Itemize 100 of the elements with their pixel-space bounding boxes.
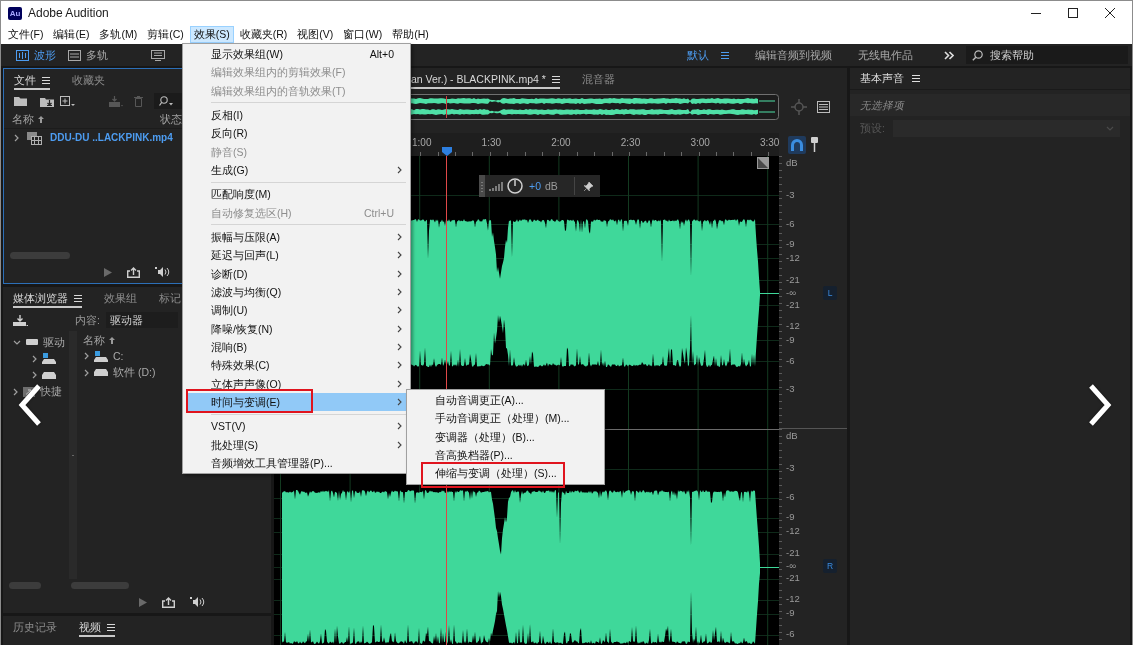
menu-item[interactable]: VST(V) xyxy=(186,417,406,436)
panel-tab[interactable]: 文件 xyxy=(14,70,50,90)
sort-arrow-icon xyxy=(38,116,44,123)
folder-icon[interactable] xyxy=(14,96,27,106)
view-button[interactable]: 波形 xyxy=(13,48,59,62)
db-scale-label: -12 xyxy=(786,593,800,605)
marker-pin-icon[interactable] xyxy=(811,137,818,152)
workspace-menu-icon[interactable] xyxy=(721,51,729,59)
new-file-icon[interactable] xyxy=(60,96,75,106)
chevron-left-icon[interactable] xyxy=(18,383,42,427)
monitor-icon[interactable] xyxy=(151,49,165,61)
export-icon[interactable] xyxy=(127,266,140,278)
menu-item[interactable]: 匹配响度(M) xyxy=(186,185,406,204)
workspace-tab[interactable]: 默认 xyxy=(684,48,732,62)
menu-bar-item[interactable]: 文件(F) xyxy=(4,26,48,43)
menu-item[interactable]: 振幅与压限(A) xyxy=(186,227,406,247)
panel-menu-icon[interactable] xyxy=(107,623,115,631)
menu-bar-item[interactable]: 视图(V) xyxy=(293,26,338,43)
view-button[interactable]: 多轨 xyxy=(65,48,111,62)
chevron-right-icon[interactable] xyxy=(1088,383,1112,427)
speaker-icon[interactable] xyxy=(190,597,205,607)
status-text: 无选择项 xyxy=(860,98,904,112)
menu-bar-item[interactable]: 窗口(W) xyxy=(339,26,387,43)
panel-tab[interactable]: 收藏夹 xyxy=(72,70,105,90)
workspace-tab[interactable]: 无线电作品 xyxy=(855,48,916,62)
play-icon[interactable] xyxy=(104,267,112,277)
panel-tab[interactable]: 视频 xyxy=(79,617,115,637)
play-icon[interactable] xyxy=(139,597,147,607)
file-list-item[interactable]: DDU-DU ..LACKPINK.mp4 xyxy=(4,129,173,147)
expand-chevron-icon[interactable] xyxy=(13,387,18,396)
minimize-icon[interactable] xyxy=(1031,12,1041,14)
expand-chevron-icon[interactable] xyxy=(32,371,37,380)
menu-item[interactable]: 反相(I) xyxy=(186,106,406,125)
menu-item[interactable]: 特殊效果(C) xyxy=(186,356,406,375)
panel-menu-icon[interactable] xyxy=(74,294,82,302)
content-dropdown[interactable]: 驱动器 xyxy=(105,312,178,328)
menu-item[interactable]: 生成(G) xyxy=(186,160,406,180)
column-header[interactable]: 名称 xyxy=(12,113,44,126)
expand-chevron-icon[interactable] xyxy=(14,134,19,142)
menu-bar-item[interactable]: 效果(S) xyxy=(189,26,234,43)
expand-chevron-icon[interactable] xyxy=(84,368,89,377)
expand-chevron-icon[interactable] xyxy=(32,354,37,363)
corner-toggle-icon[interactable] xyxy=(757,157,769,169)
drive-bar-icon xyxy=(26,339,38,346)
db-scale-label: dB xyxy=(786,430,798,442)
menu-item[interactable]: 批处理(S) xyxy=(186,435,406,454)
workspace-tab[interactable]: 编辑音频到视频 xyxy=(752,48,835,62)
panel-tab[interactable]: 标记 xyxy=(159,288,181,308)
column-header[interactable]: 名称 xyxy=(83,334,115,347)
panel-menu-icon[interactable] xyxy=(551,75,560,83)
menu-bar-item[interactable]: 剪辑(C) xyxy=(143,26,188,43)
menu-item[interactable]: 音频增效工具管理器(P)... xyxy=(186,453,406,473)
menu-bar-item[interactable]: 帮助(H) xyxy=(388,26,433,43)
panel-tab[interactable]: 效果组 xyxy=(104,288,137,308)
drag-handle-icon[interactable] xyxy=(479,175,485,197)
scrollbar-thumb[interactable] xyxy=(9,581,41,589)
expand-chevron-icon[interactable] xyxy=(13,339,21,345)
menu-item[interactable]: 自动音调更正(A)... xyxy=(410,391,600,410)
list-icon[interactable] xyxy=(817,101,830,113)
menu-item[interactable]: 变调器（处理）(B)... xyxy=(410,427,600,446)
scrollbar-thumb[interactable] xyxy=(10,251,70,259)
menu-item[interactable]: 伸缩与变调（处理）(S)... xyxy=(410,464,600,483)
maximize-icon[interactable] xyxy=(1068,8,1078,18)
tree-item[interactable]: 驱动 xyxy=(3,334,67,351)
menu-item[interactable]: 手动音调更正（处理）(M)... xyxy=(410,409,600,428)
menu-item[interactable]: 显示效果组(W) Alt+0 xyxy=(186,45,406,64)
drive-list-item[interactable]: 软件 (D:) xyxy=(77,364,158,381)
panel-tab[interactable]: 历史记录 xyxy=(13,617,57,637)
drive-list-item[interactable]: C: xyxy=(77,348,126,365)
close-icon[interactable] xyxy=(1105,8,1115,18)
folder-import-icon[interactable] xyxy=(40,95,55,107)
pin-icon[interactable] xyxy=(583,181,593,191)
snap-magnet-icon[interactable] xyxy=(788,135,806,154)
menu-item[interactable]: 延迟与回声(L) xyxy=(186,246,406,265)
panel-menu-icon[interactable] xyxy=(42,76,50,84)
menu-item[interactable]: 调制(U) xyxy=(186,301,406,320)
more-chevrons-icon[interactable] xyxy=(944,50,954,60)
search-field[interactable] xyxy=(154,93,182,109)
menu-item[interactable]: 降噪/恢复(N) xyxy=(186,319,406,338)
scrollbar-thumb[interactable] xyxy=(71,581,129,589)
menu-bar-item[interactable]: 多轨(M) xyxy=(95,26,142,43)
download-icon[interactable] xyxy=(13,314,28,326)
speaker-icon[interactable] xyxy=(155,267,170,277)
menu-item[interactable]: 混响(B) xyxy=(186,337,406,357)
menu-item[interactable]: 音高换档器(P)... xyxy=(410,446,600,465)
panel-menu-icon[interactable] xyxy=(912,75,920,82)
menu-item[interactable]: 诊断(D) xyxy=(186,264,406,283)
expand-chevron-icon[interactable] xyxy=(84,352,89,361)
search-field[interactable]: 搜索帮助 xyxy=(966,46,1128,64)
menu-bar-item[interactable]: 收藏夹(R) xyxy=(235,26,292,43)
gain-knob-icon[interactable] xyxy=(507,178,523,194)
panel-tab[interactable]: 媒体浏览器 xyxy=(13,288,82,308)
panel-tab[interactable]: 基本声音 xyxy=(860,72,920,85)
tree-item[interactable]: 快捷 xyxy=(3,383,64,400)
menu-bar-item[interactable]: 编辑(E) xyxy=(49,26,94,43)
db-scale-label: -∞ xyxy=(786,560,796,572)
export-icon[interactable] xyxy=(162,596,175,608)
menu-item[interactable]: 时间与变调(E) xyxy=(186,392,406,412)
panel-tab[interactable]: 混音器 xyxy=(581,69,615,89)
menu-item[interactable]: 滤波与均衡(Q) xyxy=(186,282,406,302)
